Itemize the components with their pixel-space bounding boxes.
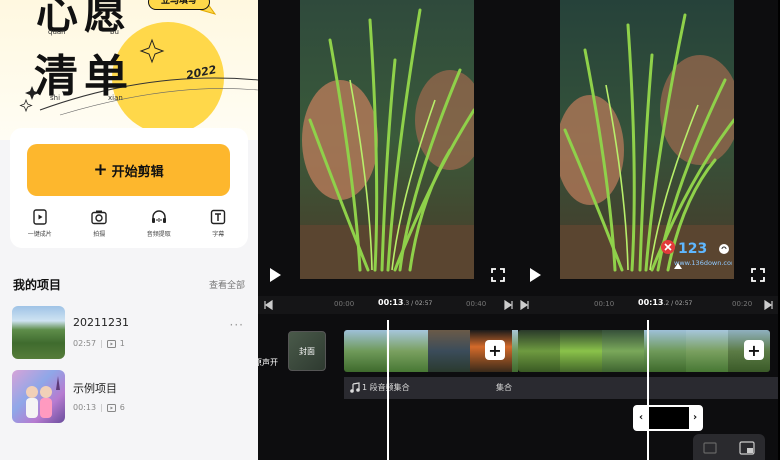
project-thumbnail-figures [26,376,60,418]
project-meta: 02:57 | 1 [73,339,125,348]
skip-end-icon[interactable] [764,300,774,310]
banner-pinyin-2: bu [110,28,119,36]
project-item[interactable]: 示例项目 00:13 | 6 [12,370,248,424]
editor-panel-a: 00:00 00:13.3 / 02:57 00:40 原声开 封面 + 1 段… [258,0,518,460]
project-thumbnail [12,370,65,423]
tool-label: 拍摄 [93,231,106,238]
video-preview[interactable] [300,0,474,279]
audio-track-label: 1 段音频集合 [362,383,410,392]
fullscreen-icon[interactable] [750,267,766,283]
clip-frame [644,330,686,372]
current-time: 00:13.3 / 02:57 [378,298,433,307]
timeline-ruler[interactable]: 00:10 00:13.2 / 02:57 00:20 [518,296,778,314]
add-transition-button[interactable]: + [485,340,505,360]
skip-end-icon[interactable] [504,300,514,310]
subtitle-icon [211,209,226,225]
plus-icon: + [93,160,108,180]
project-clip-count: 1 [119,339,125,348]
project-name: 示例项目 [73,382,117,395]
preview-controls [258,262,518,288]
picture-in-picture-icon[interactable] [739,441,755,455]
clip-frame [428,330,470,372]
video-clip-track[interactable] [518,330,770,372]
original-sound-toggle[interactable]: 原声开 [258,357,278,368]
tool-label: 一键成片 [27,231,52,238]
audio-extract-icon [151,210,166,223]
project-thumbnail [12,306,65,359]
time-tick: 00:00 [334,300,355,308]
playhead[interactable] [647,320,649,460]
clip-count-icon [106,339,116,348]
tool-audio-extract[interactable]: 音频提取 [129,208,189,244]
tool-label: 音频提取 [146,231,171,238]
current-time: 00:13.2 / 02:57 [638,298,693,307]
timeline-ruler[interactable]: 00:00 00:13.3 / 02:57 00:40 [258,296,518,314]
banner-pinyin-3: shi [50,94,61,102]
aspect-ratio-icon[interactable] [703,442,717,454]
play-icon[interactable] [268,267,282,283]
camera-icon [91,210,107,225]
wishlist-banner[interactable]: 立马填写 心愿 quan bu 清单 shi xian 2022 [0,0,258,140]
trim-left-handle[interactable]: ‹ [635,407,647,429]
clip-frame [344,330,386,372]
tool-camera[interactable]: 拍摄 [70,208,130,244]
music-note-icon [350,382,360,393]
projects-header: 我的项目 查看全部 [13,276,245,292]
fullscreen-icon[interactable] [490,267,506,283]
one-click-video-icon [33,209,47,225]
banner-pinyin-4: xian [108,94,123,102]
skip-end-icon[interactable] [520,300,530,310]
screen: 立马填写 心愿 quan bu 清单 shi xian 2022 + 开始剪辑 … [0,0,780,460]
editor-panel-b: 123 www.136down.com 00:10 00:13.2 / 02:5… [518,0,778,460]
clip-trim-handle[interactable]: ‹ › [633,405,703,431]
playhead[interactable] [387,320,389,460]
clip-frame [686,330,728,372]
audio-track-label-2: 集合 [496,383,512,392]
clip-count-icon [106,403,116,412]
clip-frame [386,330,428,372]
project-clip-count: 6 [119,403,125,412]
start-editing-label: 开始剪辑 [111,164,164,180]
tool-label: 字幕 [212,231,225,238]
tool-one-click-video[interactable]: 一键成片 [10,208,70,244]
banner-pinyin-1: quan [48,28,66,36]
fill-in-pill[interactable]: 立马填写 [148,0,210,10]
project-meta: 00:13 | 6 [73,403,125,412]
clip-frame [518,330,560,372]
add-transition-button[interactable]: + [744,340,764,360]
project-item[interactable]: 20211231 02:57 | 1 ··· [12,306,248,360]
meta-separator: | [100,339,103,348]
time-tick: 00:40 [466,300,487,308]
home-panel: 立马填写 心愿 quan bu 清单 shi xian 2022 + 开始剪辑 … [0,0,258,460]
more-options-icon[interactable]: ··· [230,318,244,332]
watermark-logo-text: 123 [678,241,707,257]
view-all-link[interactable]: 查看全部 [209,278,245,291]
clip-frame [560,330,602,372]
tool-subtitle[interactable]: 字幕 [189,208,249,244]
project-duration: 00:13 [73,403,97,412]
cover-button[interactable]: 封面 [288,331,326,371]
preview-frame-grass [300,0,474,279]
skip-start-icon[interactable] [263,300,273,310]
bottom-toolbar [693,434,765,460]
start-editing-button[interactable]: + 开始剪辑 [27,144,230,196]
tool-row: 一键成片 拍摄 音频提取 字幕 [10,208,248,244]
meta-separator: | [100,403,103,412]
video-preview[interactable]: 123 www.136down.com [560,0,734,279]
time-tick: 00:10 [594,300,615,308]
projects-title: 我的项目 [13,278,62,292]
clip-frame [602,330,644,372]
play-icon[interactable] [528,267,542,283]
trim-right-handle[interactable]: › [689,407,701,429]
project-name: 20211231 [73,316,129,329]
project-duration: 02:57 [73,339,97,348]
actions-card: + 开始剪辑 一键成片 拍摄 音频提取 字幕 [10,128,248,248]
time-tick: 00:20 [732,300,753,308]
preview-controls [518,262,778,288]
